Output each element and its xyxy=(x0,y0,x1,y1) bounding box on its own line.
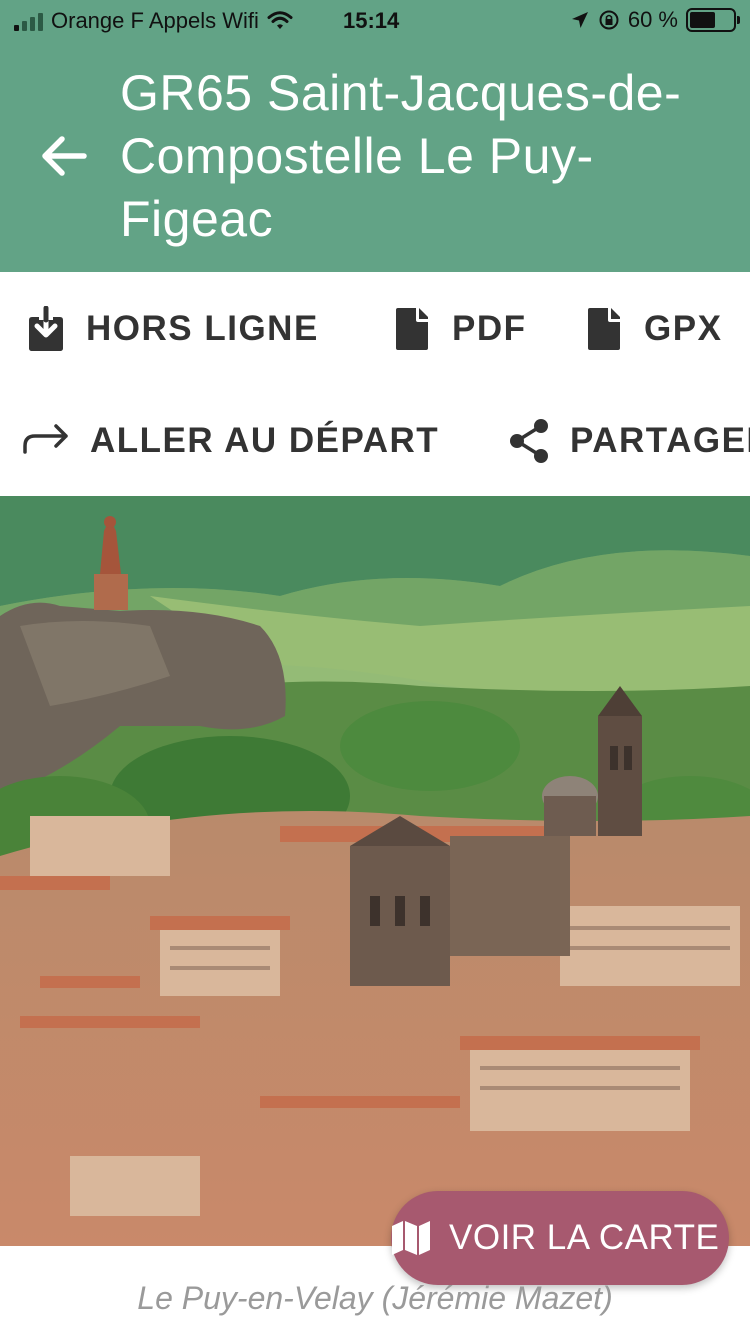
battery-icon xyxy=(686,8,740,32)
file-icon xyxy=(396,308,428,350)
pdf-label: PDF xyxy=(452,309,527,348)
share-icon xyxy=(510,419,548,463)
map-icon xyxy=(392,1221,430,1255)
signal-icon xyxy=(14,11,43,31)
header: GR65 Saint-Jacques-de-Compostelle Le Puy… xyxy=(0,40,750,272)
go-to-start-button[interactable]: ALLER AU DÉPART xyxy=(22,418,439,464)
route-arrow-icon xyxy=(23,424,68,454)
page-title: GR65 Saint-Jacques-de-Compostelle Le Puy… xyxy=(120,65,682,247)
orientation-lock-icon xyxy=(599,10,619,30)
view-map-button[interactable]: VOIR LA CARTE xyxy=(391,1191,729,1285)
offline-button[interactable]: HORS LIGNE xyxy=(26,306,319,352)
town-landscape-image xyxy=(0,496,750,1246)
carrier-name: Orange F Appels Wifi xyxy=(51,8,259,33)
status-time: 15:14 xyxy=(343,8,400,33)
share-label: PARTAGER xyxy=(570,421,750,460)
status-bar: Orange F Appels Wifi 15:14 60 % xyxy=(0,0,750,40)
view-map-label: VOIR LA CARTE xyxy=(449,1218,720,1257)
wifi-icon xyxy=(267,11,293,29)
share-button[interactable]: PARTAGER xyxy=(508,418,750,464)
location-arrow-icon xyxy=(571,12,588,28)
battery-percent: 60 % xyxy=(627,7,678,32)
battery-level xyxy=(690,12,716,28)
trail-photo[interactable] xyxy=(0,496,750,1246)
status-right: 60 % xyxy=(570,7,740,33)
file-icon xyxy=(588,308,620,350)
arrow-left-icon[interactable] xyxy=(36,128,92,184)
gpx-label: GPX xyxy=(644,309,723,348)
gpx-button[interactable]: GPX xyxy=(584,306,722,352)
download-icon xyxy=(29,306,63,351)
pdf-button[interactable]: PDF xyxy=(392,306,527,352)
action-bar: HORS LIGNE PDF GPX ALLER AU DÉPART PARTA… xyxy=(0,272,750,496)
go-to-start-label: ALLER AU DÉPART xyxy=(90,421,440,460)
offline-label: HORS LIGNE xyxy=(86,309,319,348)
status-left: Orange F Appels Wifi xyxy=(14,8,293,34)
photo-caption: Le Puy-en-Velay (Jérémie Mazet) xyxy=(137,1280,613,1316)
